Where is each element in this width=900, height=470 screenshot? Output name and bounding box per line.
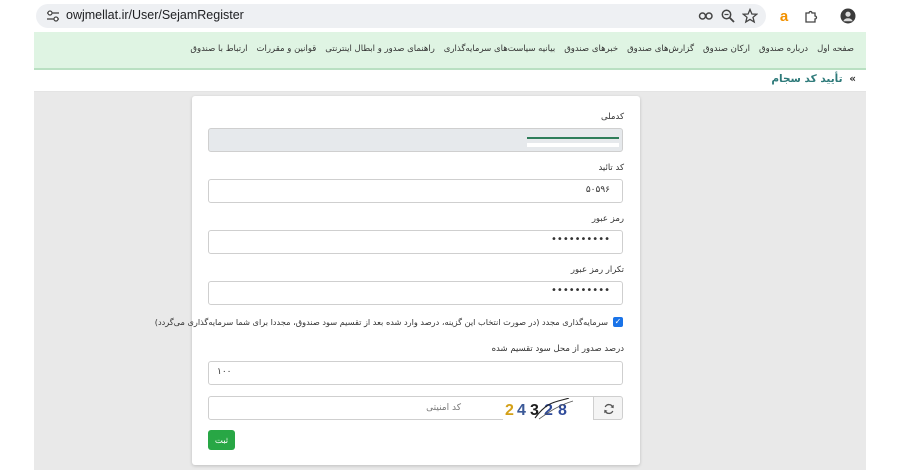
nav-item-regulations[interactable]: قوانین و مقررات [257, 44, 317, 54]
key-icon[interactable] [698, 8, 714, 24]
nav-item-pillars[interactable]: ارکان صندوق [703, 44, 750, 54]
tune-icon[interactable] [46, 10, 60, 22]
nav-item-investment-policy[interactable]: بیانیه سیاست‌های سرمایه‌گذاری [444, 44, 555, 54]
main-nav: صفحه اول درباره صندوق ارکان صندوق گزارش‌… [34, 32, 866, 70]
password-repeat-input[interactable]: •••••••••• [208, 281, 623, 305]
percent-value: ۱۰۰ [217, 367, 232, 377]
breadcrumb: » تأیید کد سجام [34, 70, 866, 92]
svg-text:2: 2 [505, 402, 514, 419]
masked-value [527, 137, 619, 139]
captcha-refresh-button[interactable] [593, 396, 623, 420]
browser-toolbar: owjmellat.ir/User/SejamRegister a [0, 0, 900, 32]
nav-item-home[interactable]: صفحه اول [817, 44, 854, 54]
refresh-icon [604, 403, 614, 415]
extension-a-icon[interactable]: a [776, 8, 792, 24]
page-title-text: تأیید کد سجام [771, 73, 843, 85]
captcha-group: کد امنیتی 2 4 3 2 8 [208, 396, 623, 420]
password-input[interactable]: •••••••••• [208, 230, 623, 254]
password-value: •••••••••• [551, 234, 610, 245]
confirm-code-value: ۵۰۵۹۶ [585, 185, 610, 195]
password-repeat-value: •••••••••• [551, 285, 610, 296]
password-repeat-label: تکرار رمز عبور [570, 265, 624, 275]
page-title: » تأیید کد سجام [771, 73, 856, 85]
password-label: رمز عبور [591, 214, 624, 224]
svg-text:4: 4 [517, 402, 526, 419]
captcha-image: 2 4 3 2 8 [503, 398, 595, 420]
profile-avatar[interactable] [840, 8, 856, 24]
puzzle-icon[interactable] [803, 8, 819, 24]
address-bar[interactable]: owjmellat.ir/User/SejamRegister [36, 4, 766, 28]
confirm-code-label: کد تائید [598, 163, 624, 173]
bookmark-star-icon[interactable] [742, 8, 758, 24]
confirm-code-input[interactable]: ۵۰۵۹۶ [208, 179, 623, 203]
svg-text:a: a [780, 8, 789, 24]
national-code-label: کدملی [601, 112, 624, 122]
zoom-icon[interactable] [720, 8, 736, 24]
sejam-register-form: کدملی کد تائید ۵۰۵۹۶ رمز عبور ••••••••••… [155, 96, 640, 465]
percent-input[interactable]: ۱۰۰ [208, 361, 623, 385]
url-text[interactable]: owjmellat.ir/User/SejamRegister [66, 8, 244, 22]
captcha-input[interactable]: کد امنیتی 2 4 3 2 8 [208, 396, 595, 420]
percent-label: درصد صدور از محل سود تقسیم شده [491, 344, 624, 354]
captcha-placeholder: کد امنیتی [426, 403, 461, 413]
nav-item-news[interactable]: خبرهای صندوق [564, 44, 618, 54]
reinvest-label: سرمایه‌گذاری مجدد (در صورت انتخاب این گز… [154, 317, 608, 327]
nav-item-contact[interactable]: ارتباط با صندوق [190, 44, 247, 54]
nav-item-online-guide[interactable]: راهنمای صدور و ابطال اینترنتی [325, 44, 435, 54]
nav-item-about[interactable]: درباره صندوق [759, 44, 808, 54]
national-code-field [208, 128, 623, 152]
svg-text:3: 3 [530, 402, 539, 419]
submit-button[interactable]: ثبت [208, 430, 235, 450]
chevron-double-left-icon: » [849, 73, 856, 85]
nav-item-reports[interactable]: گزارش‌های صندوق [627, 44, 694, 54]
reinvest-checkbox[interactable]: ✓ [613, 317, 623, 327]
